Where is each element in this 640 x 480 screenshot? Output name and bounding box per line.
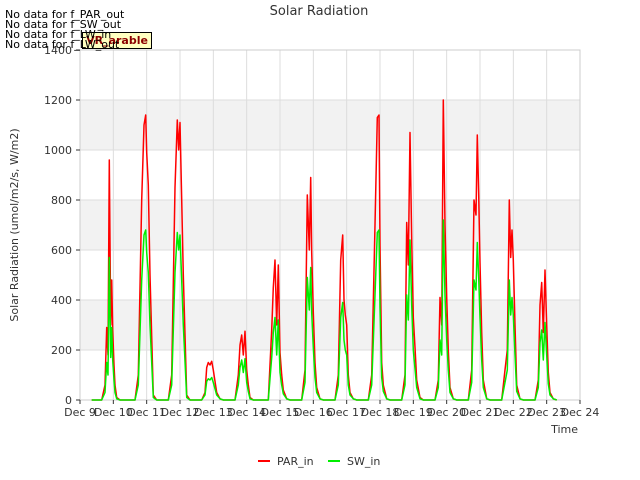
x-axis-label: Time [550, 423, 578, 436]
x-tick-label: Dec 9 [64, 406, 96, 419]
y-axis-ticks: 0200400600800100012001400 [44, 44, 80, 407]
legend: PAR_in SW_in [258, 455, 380, 468]
y-tick-label: 200 [51, 344, 72, 357]
y-tick-label: 800 [51, 194, 72, 207]
y-tick-label: 1200 [44, 94, 72, 107]
plot-background-bands [80, 50, 580, 400]
x-tick-label: Dec 24 [561, 406, 600, 419]
y-tick-label: 400 [51, 294, 72, 307]
y-axis-label: Solar Radiation (umol/m2/s, W/m2) [8, 128, 21, 321]
solar-radiation-chart: 0200400600800100012001400 Dec 9Dec 10Dec… [8, 4, 599, 468]
x-axis-ticks: Dec 9Dec 10Dec 11Dec 12Dec 13Dec 14Dec 1… [64, 400, 599, 419]
chart-title: Solar Radiation [270, 4, 369, 19]
no-data-message: No data for f_LW_out [5, 38, 120, 51]
plot-band [80, 300, 580, 350]
plot-band [80, 100, 580, 150]
legend-label: SW_in [347, 455, 380, 468]
y-tick-label: 1000 [44, 144, 72, 157]
y-tick-label: 600 [51, 244, 72, 257]
plot-band [80, 200, 580, 250]
legend-label: PAR_in [277, 455, 314, 468]
